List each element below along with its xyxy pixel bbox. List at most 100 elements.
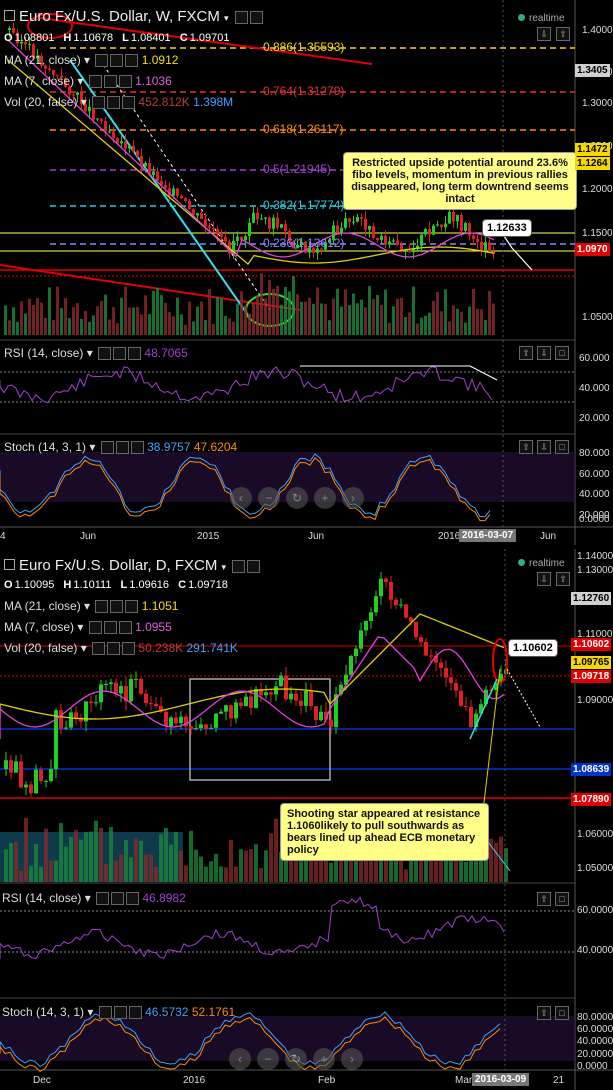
candle-body: [134, 678, 138, 680]
close-icon[interactable]: [122, 642, 136, 656]
candle-body: [144, 162, 147, 167]
weekly-stoch-row[interactable]: Stoch (14, 3, 1) ▾ 38.9757 47.6204: [4, 440, 237, 455]
visibility-icon[interactable]: [107, 642, 121, 656]
scroll-right-icon[interactable]: ›: [342, 487, 364, 509]
volume-bar: [4, 305, 7, 335]
zoom-out-icon[interactable]: −: [258, 487, 280, 509]
weekly-vol-row[interactable]: Vol (20, false) ▾ 452.812K 1.398M: [4, 95, 233, 110]
visibility-icon[interactable]: [110, 600, 124, 614]
close-icon[interactable]: [130, 441, 144, 455]
settings-icon[interactable]: [232, 559, 246, 573]
reset-icon[interactable]: ↻: [285, 1048, 307, 1070]
scroll-left-icon[interactable]: ‹: [229, 1048, 251, 1070]
visibility-icon[interactable]: [107, 96, 121, 110]
maximize-icon[interactable]: □: [555, 440, 569, 454]
close-icon[interactable]: [125, 54, 139, 68]
candle-body: [340, 227, 343, 234]
daily-analysis-note[interactable]: Shooting star appeared at resistance 1.1…: [280, 803, 489, 861]
close-icon[interactable]: [126, 892, 140, 906]
settings-icon[interactable]: [95, 600, 109, 614]
settings-icon[interactable]: [96, 892, 110, 906]
volume-bar: [340, 306, 343, 335]
weekly-ma21-row[interactable]: MA (21, close) ▾ 1.0912: [4, 53, 178, 68]
close-icon[interactable]: [125, 600, 139, 614]
reset-icon[interactable]: ↻: [286, 487, 308, 509]
visibility-icon[interactable]: [115, 441, 129, 455]
move-up-icon[interactable]: ⇧: [519, 440, 533, 454]
dropdown-icon[interactable]: ▾: [224, 13, 229, 23]
daily-stoch-row[interactable]: Stoch (14, 3, 1) ▾ 46.5732 52.1761: [2, 1005, 235, 1020]
collapse-icon[interactable]: [4, 10, 15, 21]
settings-icon[interactable]: [98, 347, 112, 361]
daily-vol-row[interactable]: Vol (20, false) ▾ 50.238K 291.741K: [4, 641, 238, 656]
settings-icon[interactable]: [234, 10, 248, 24]
close-icon[interactable]: [118, 75, 132, 89]
weekly-rsi-row[interactable]: RSI (14, close) ▾ 48.7065: [4, 346, 188, 361]
candle-body: [476, 238, 479, 242]
rsi-tick-2: 20.000: [579, 413, 610, 424]
close-icon[interactable]: [122, 96, 136, 110]
arrow-down-icon[interactable]: ⇩: [537, 572, 551, 586]
arrow-up-icon[interactable]: ⇧: [556, 27, 570, 41]
candle-body: [139, 678, 143, 694]
maximize-icon[interactable]: □: [555, 1006, 569, 1020]
zoom-in-icon[interactable]: +: [314, 487, 336, 509]
volume-bar: [60, 308, 63, 335]
volume-bar: [259, 868, 263, 882]
volume-bar: [79, 839, 83, 882]
visibility-icon[interactable]: [110, 54, 124, 68]
daily-rsi-row[interactable]: RSI (14, close) ▾ 46.8982: [2, 891, 186, 906]
settings-icon[interactable]: [100, 441, 114, 455]
weekly-analysis-note[interactable]: Restricted upside potential around 23.6%…: [343, 152, 577, 210]
arrow-up-icon[interactable]: ⇧: [556, 572, 570, 586]
weekly-price-callout[interactable]: 1.12633: [482, 219, 532, 237]
daily-chart[interactable]: Euro Fx/U.S. Dollar, D, FXCM ▾ realtime …: [0, 549, 613, 1090]
close-icon[interactable]: [128, 347, 142, 361]
daily-ma21-row[interactable]: MA (21, close) ▾ 1.1051: [4, 599, 178, 614]
vol-value-1: 50.238K: [138, 641, 184, 655]
settings-icon[interactable]: [95, 54, 109, 68]
settings-icon[interactable]: [92, 96, 106, 110]
volume-bar: [249, 849, 253, 882]
volume-bar: [360, 299, 363, 335]
candle-body: [239, 702, 243, 707]
close-icon[interactable]: [128, 1006, 142, 1020]
arrow-down-icon[interactable]: ⇩: [537, 27, 551, 41]
visibility-icon[interactable]: [113, 1006, 127, 1020]
weekly-title: Euro Fx/U.S. Dollar, W, FXCM: [19, 8, 220, 25]
settings-icon[interactable]: [88, 621, 102, 635]
scroll-left-icon[interactable]: ‹: [230, 487, 252, 509]
move-up-icon[interactable]: ⇧: [519, 346, 533, 360]
weekly-date-badge: 2016-03-07: [459, 529, 517, 542]
visibility-icon[interactable]: [113, 347, 127, 361]
volume-bar: [296, 294, 299, 335]
zoom-in-icon[interactable]: +: [313, 1048, 335, 1070]
settings-icon[interactable]: [88, 75, 102, 89]
move-up-icon[interactable]: ⇧: [537, 1006, 551, 1020]
weekly-ma7-row[interactable]: MA (7, close) ▾ 1.1036: [4, 74, 172, 89]
visibility-icon[interactable]: [103, 621, 117, 635]
weekly-chart[interactable]: Euro Fx/U.S. Dollar, W, FXCM ▾ realtime …: [0, 0, 613, 545]
scroll-right-icon[interactable]: ›: [341, 1048, 363, 1070]
visibility-icon[interactable]: [111, 892, 125, 906]
daily-ma7-row[interactable]: MA (7, close) ▾ 1.0955: [4, 620, 172, 635]
rsi-label: RSI (14, close): [4, 346, 84, 360]
candle-body: [392, 240, 395, 242]
maximize-icon[interactable]: □: [555, 346, 569, 360]
volume-bar: [24, 313, 27, 335]
visibility-icon[interactable]: [247, 559, 261, 573]
close-icon[interactable]: [118, 621, 132, 635]
settings-icon[interactable]: [98, 1006, 112, 1020]
settings-icon[interactable]: [92, 642, 106, 656]
visibility-icon[interactable]: [103, 75, 117, 89]
maximize-icon[interactable]: □: [555, 892, 569, 906]
move-up-icon[interactable]: ⇧: [537, 892, 551, 906]
visibility-icon[interactable]: [249, 10, 263, 24]
dropdown-icon[interactable]: ▾: [222, 562, 227, 572]
zoom-out-icon[interactable]: −: [257, 1048, 279, 1070]
collapse-icon[interactable]: [4, 559, 15, 570]
move-down-icon[interactable]: ⇩: [537, 440, 551, 454]
daily-price-callout[interactable]: 1.10602: [508, 639, 558, 657]
volume-bar: [432, 301, 435, 335]
move-down-icon[interactable]: ⇩: [537, 346, 551, 360]
